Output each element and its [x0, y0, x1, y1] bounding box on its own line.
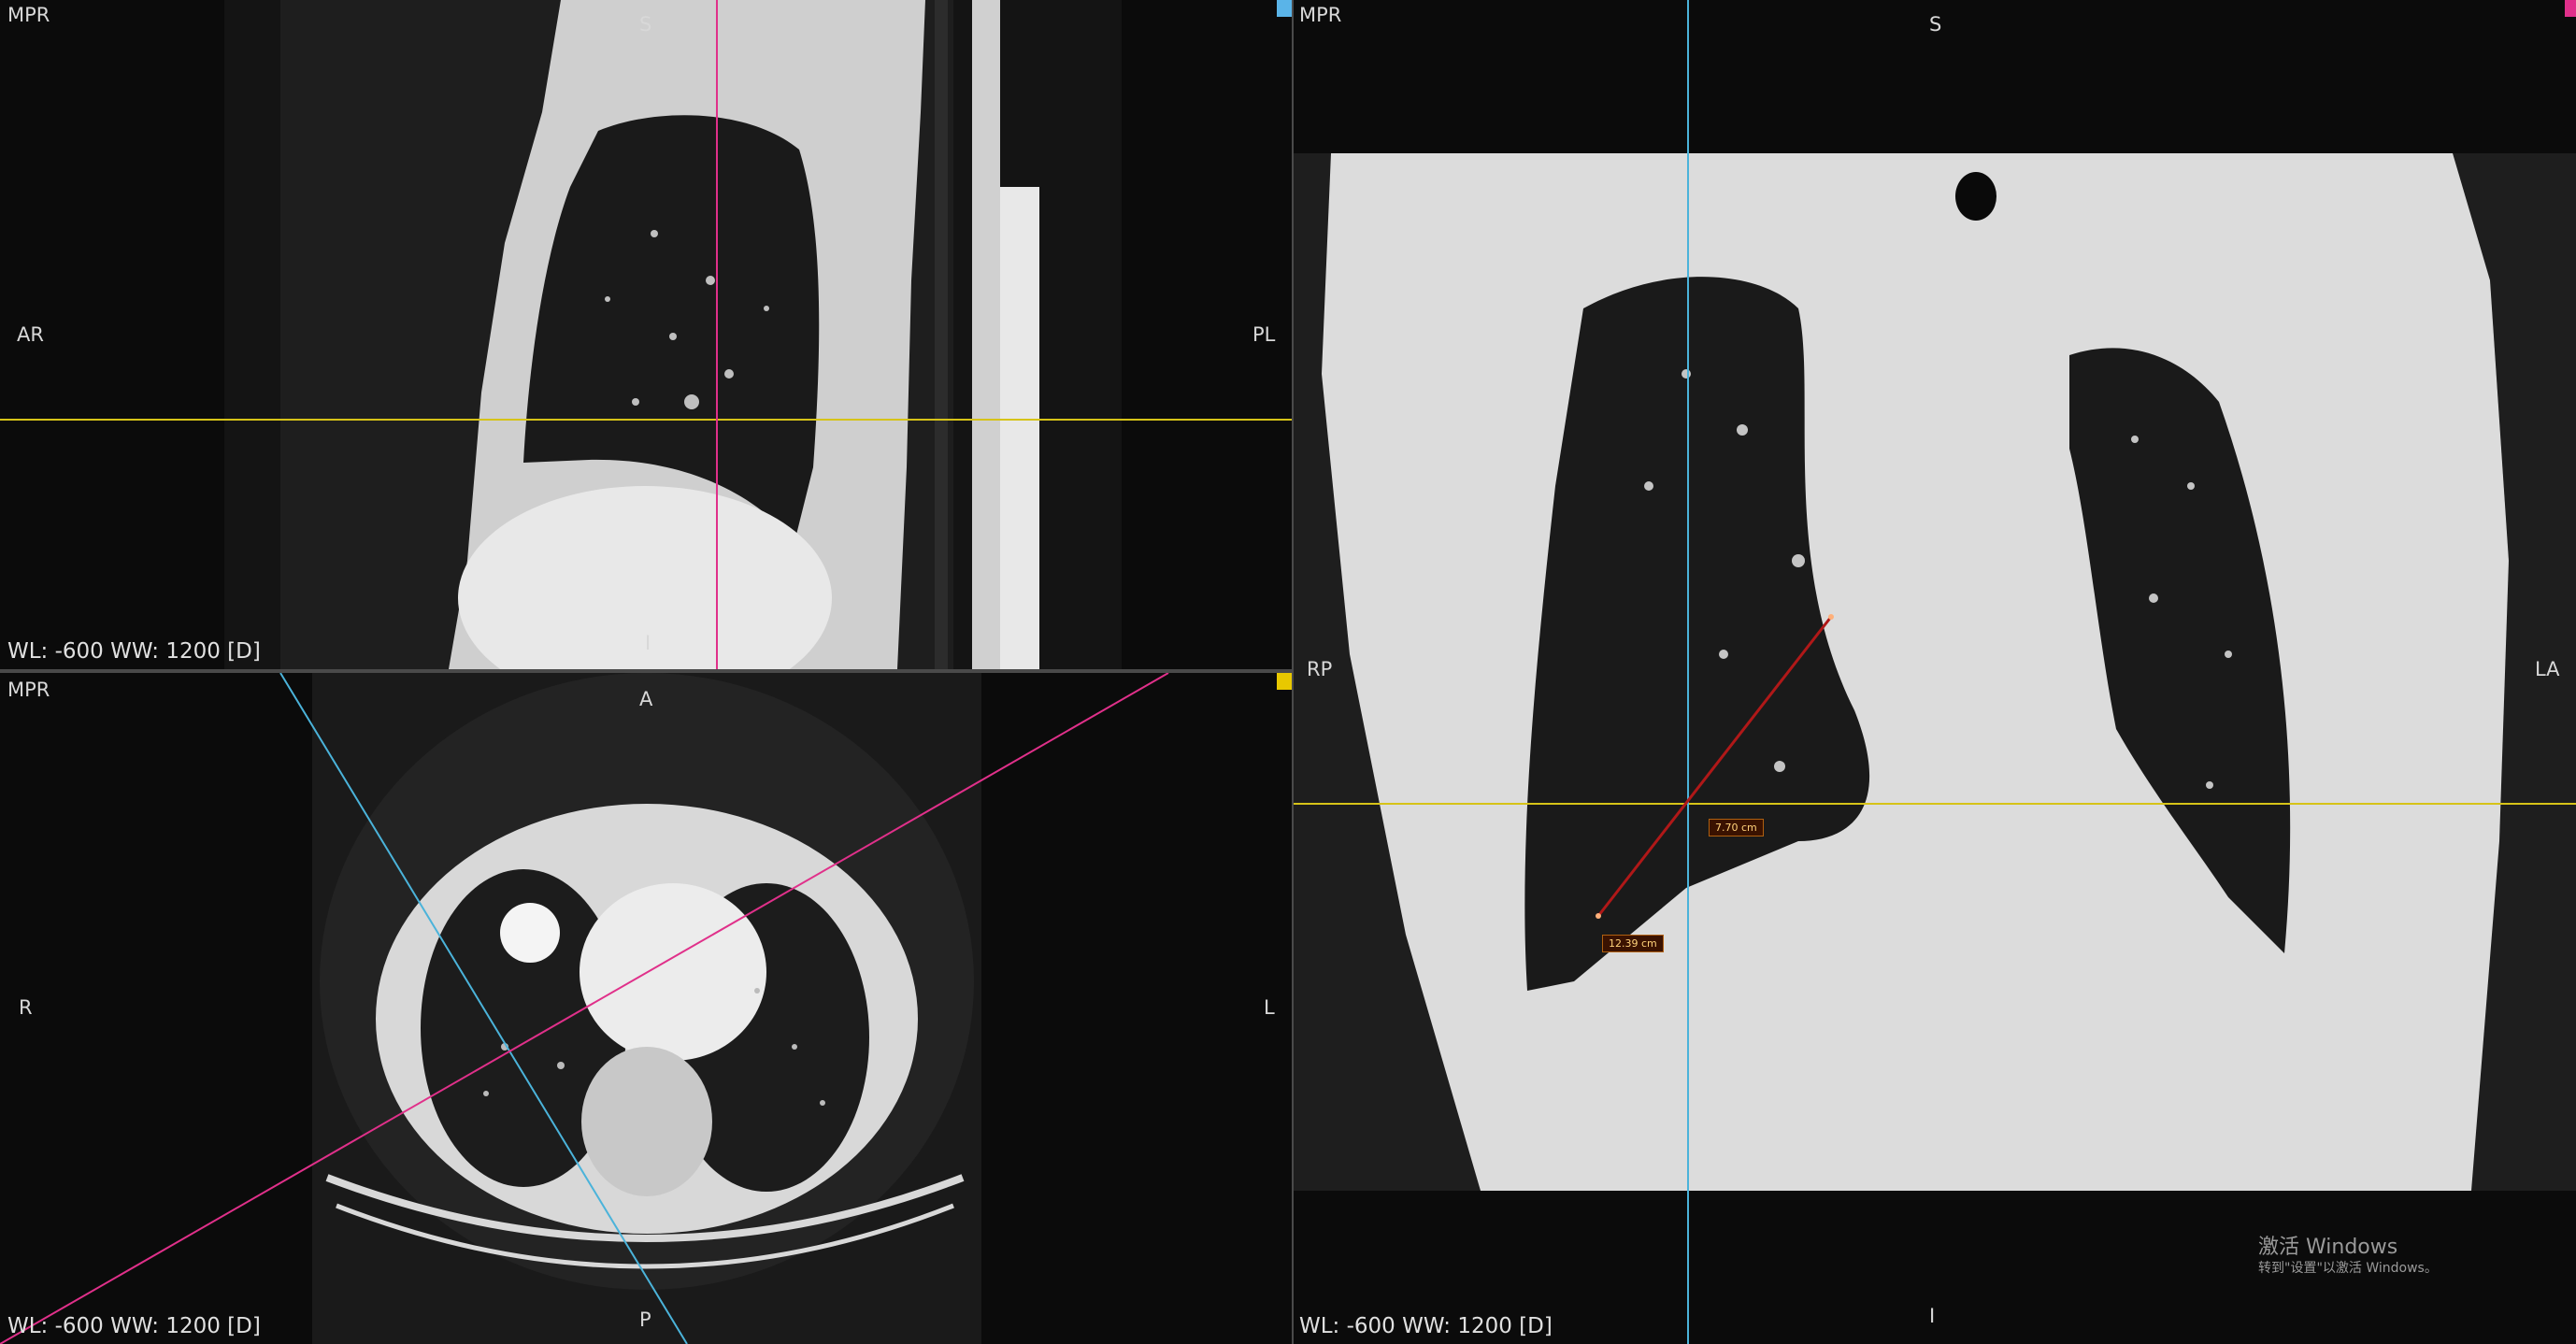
orientation-top-label: S	[639, 13, 652, 36]
coronal-marker	[2565, 0, 2576, 17]
activation-watermark-subtitle: 转到"设置"以激活 Windows。	[2258, 1261, 2438, 1276]
orientation-right-label: PL	[1252, 323, 1276, 346]
orientation-right-label: L	[1264, 996, 1275, 1019]
axial-ct-image	[0, 673, 1169, 1344]
orientation-top-label: S	[1929, 13, 1942, 36]
orientation-left-label: RP	[1307, 658, 1333, 680]
orientation-top-label: A	[639, 688, 653, 710]
orientation-left-label: R	[19, 996, 33, 1019]
sagittal-ct-image	[0, 0, 1292, 669]
orientation-left-label: AR	[17, 323, 44, 346]
orientation-bottom-label: I	[645, 632, 651, 654]
measurement-label-long[interactable]: 12.39 cm	[1602, 935, 1664, 952]
coronal-viewport[interactable]: MPR S I RP LA WL: -600 WW: 1200 [D] 7.70…	[1294, 0, 2576, 1344]
orientation-bottom-label: I	[1929, 1305, 1936, 1327]
activation-watermark-title: 激活 Windows	[2258, 1236, 2398, 1259]
window-level-readout: WL: -600 WW: 1200 [D]	[1299, 1314, 1553, 1338]
axial-marker	[1277, 673, 1292, 690]
orientation-right-label: LA	[2535, 658, 2560, 680]
measurement-label-short[interactable]: 7.70 cm	[1709, 819, 1764, 836]
sagittal-marker	[1277, 0, 1292, 17]
viewport-mode-label: MPR	[7, 4, 50, 26]
window-level-readout: WL: -600 WW: 1200 [D]	[7, 1314, 261, 1338]
viewport-mode-label: MPR	[7, 679, 50, 701]
axial-viewport[interactable]: MPR A P R L WL: -600 WW: 1200 [D]	[0, 673, 1292, 1344]
sagittal-viewport[interactable]: MPR S I AR PL WL: -600 WW: 1200 [D]	[0, 0, 1292, 669]
coronal-ct-image	[1294, 0, 2576, 1344]
window-level-readout: WL: -600 WW: 1200 [D]	[7, 639, 261, 664]
viewport-mode-label: MPR	[1299, 4, 1342, 26]
orientation-bottom-label: P	[639, 1308, 651, 1331]
